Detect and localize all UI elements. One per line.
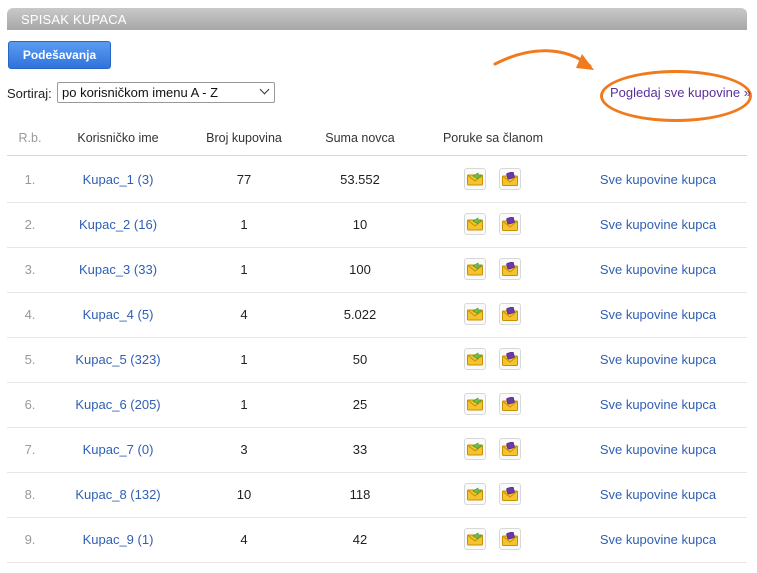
received-messages-icon[interactable] xyxy=(499,528,521,550)
send-message-icon[interactable] xyxy=(464,213,486,235)
table-row: 9. Kupac_9 (1) 4 42 Sve kupovine kupca xyxy=(7,517,747,563)
table-row: 6. Kupac_6 (205) 1 25 Sve kupovine kupca xyxy=(7,382,747,428)
all-customer-purchases-link[interactable]: Sve kupovine kupca xyxy=(595,292,721,337)
send-message-icon[interactable] xyxy=(464,168,486,190)
send-message-icon[interactable] xyxy=(464,303,486,325)
sort-selected-value: po korisničkom imenu A - Z xyxy=(62,85,219,100)
purchase-sum: 10 xyxy=(352,217,368,232)
purchase-count: 3 xyxy=(240,442,248,457)
purchase-count: 10 xyxy=(236,487,252,502)
row-number: 1. xyxy=(24,172,36,187)
header-messages: Poruke sa članom xyxy=(442,131,544,145)
purchase-sum: 33 xyxy=(352,442,368,457)
all-customer-purchases-link[interactable]: Sve kupovine kupca xyxy=(595,337,721,382)
purchase-count: 4 xyxy=(240,307,248,322)
purchase-sum: 50 xyxy=(352,352,368,367)
customer-name-link[interactable]: Kupac_9 (1) xyxy=(65,517,171,562)
all-customer-purchases-link[interactable]: Sve kupovine kupca xyxy=(595,382,721,427)
purchase-sum: 25 xyxy=(352,397,368,412)
received-messages-icon[interactable] xyxy=(499,168,521,190)
send-message-icon[interactable] xyxy=(464,348,486,370)
customer-name-link[interactable]: Kupac_2 (16) xyxy=(65,202,171,247)
purchase-count: 1 xyxy=(240,397,248,412)
table-row: 3. Kupac_3 (33) 1 100 Sve kupovine kupca xyxy=(7,247,747,293)
received-messages-icon[interactable] xyxy=(499,438,521,460)
received-messages-icon[interactable] xyxy=(499,258,521,280)
section-title-bar: SPISAK KUPACA xyxy=(7,8,747,30)
row-number: 8. xyxy=(24,487,36,502)
table-row: 1. Kupac_1 (3) 77 53.552 Sve kupovine kupca xyxy=(7,157,747,203)
table-row: 7. Kupac_7 (0) 3 33 Sve kupovine kupca xyxy=(7,427,747,473)
send-message-icon[interactable] xyxy=(464,438,486,460)
received-messages-icon[interactable] xyxy=(499,393,521,415)
all-customer-purchases-link[interactable]: Sve kupovine kupca xyxy=(595,247,721,292)
received-messages-icon[interactable] xyxy=(499,303,521,325)
table-row: 2. Kupac_2 (16) 1 10 Sve kupovine kupca xyxy=(7,202,747,248)
purchase-sum: 5.022 xyxy=(343,307,377,322)
purchase-sum: 118 xyxy=(349,487,371,502)
purchase-sum: 100 xyxy=(349,262,371,277)
received-messages-icon[interactable] xyxy=(499,348,521,370)
all-customer-purchases-link[interactable]: Sve kupovine kupca xyxy=(595,472,721,517)
purchase-count: 1 xyxy=(240,262,248,277)
purchase-sum: 53.552 xyxy=(340,172,380,187)
purchase-count: 77 xyxy=(236,172,252,187)
received-messages-icon[interactable] xyxy=(499,213,521,235)
purchase-count: 1 xyxy=(240,352,248,367)
customer-name-link[interactable]: Kupac_6 (205) xyxy=(65,382,171,427)
customer-name-link[interactable]: Kupac_5 (323) xyxy=(65,337,171,382)
header-sum: Suma novca xyxy=(325,131,395,145)
row-number: 6. xyxy=(24,397,36,412)
send-message-icon[interactable] xyxy=(464,528,486,550)
settings-button[interactable]: Podešavanja xyxy=(8,41,111,69)
customer-name-link[interactable]: Kupac_4 (5) xyxy=(65,292,171,337)
row-number: 5. xyxy=(24,352,36,367)
header-username: Korisničko ime xyxy=(77,131,159,145)
all-customer-purchases-link[interactable]: Sve kupovine kupca xyxy=(595,517,721,562)
table-row: 5. Kupac_5 (323) 1 50 Sve kupovine kupca xyxy=(7,337,747,383)
row-number: 3. xyxy=(24,262,36,277)
send-message-icon[interactable] xyxy=(464,483,486,505)
header-purchase-count: Broj kupovina xyxy=(206,131,282,145)
all-customer-purchases-link[interactable]: Sve kupovine kupca xyxy=(595,202,721,247)
section-title: SPISAK KUPACA xyxy=(21,12,127,27)
purchase-sum: 42 xyxy=(352,532,368,547)
all-customer-purchases-link[interactable]: Sve kupovine kupca xyxy=(595,427,721,472)
purchase-count: 1 xyxy=(240,217,248,232)
customer-name-link[interactable]: Kupac_7 (0) xyxy=(65,427,171,472)
sort-select[interactable]: po korisničkom imenu A - Z xyxy=(57,82,275,103)
row-number: 7. xyxy=(24,442,36,457)
customer-name-link[interactable]: Kupac_3 (33) xyxy=(65,247,171,292)
all-customer-purchases-link[interactable]: Sve kupovine kupca xyxy=(595,157,721,202)
table-row: 8. Kupac_8 (132) 10 118 Sve kupovine kupca xyxy=(7,472,747,518)
sort-label: Sortiraj: xyxy=(7,86,52,101)
send-message-icon[interactable] xyxy=(464,258,486,280)
customer-name-link[interactable]: Kupac_1 (3) xyxy=(65,157,171,202)
header-rb: R.b. xyxy=(18,131,42,145)
purchase-count: 4 xyxy=(240,532,248,547)
customer-name-link[interactable]: Kupac_8 (132) xyxy=(65,472,171,517)
row-number: 9. xyxy=(24,532,36,547)
received-messages-icon[interactable] xyxy=(499,483,521,505)
chevron-down-icon xyxy=(259,84,270,95)
annotation-arrow xyxy=(493,49,594,70)
header-divider xyxy=(7,155,747,156)
send-message-icon[interactable] xyxy=(464,393,486,415)
row-number: 2. xyxy=(24,217,36,232)
row-number: 4. xyxy=(24,307,36,322)
table-row: 4. Kupac_4 (5) 4 5.022 Sve kupovine kupca xyxy=(7,292,747,338)
view-all-purchases-link[interactable]: Pogledaj sve kupovine » xyxy=(610,85,751,100)
